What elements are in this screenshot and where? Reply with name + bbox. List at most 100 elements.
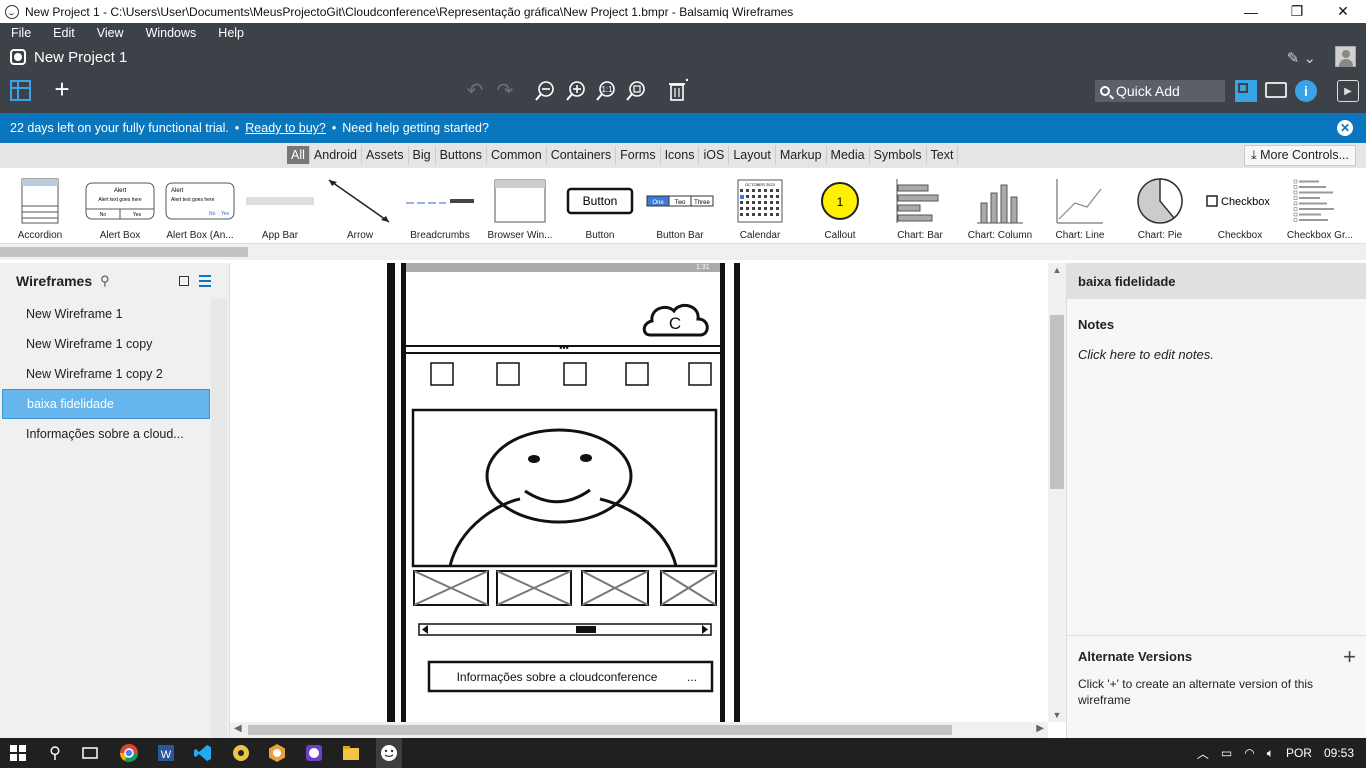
- redo-icon[interactable]: ↷: [492, 77, 518, 103]
- library-item-arrow[interactable]: Arrow: [320, 168, 400, 244]
- library-item-breadcrumbs[interactable]: Breadcrumbs: [400, 168, 480, 244]
- menu-windows[interactable]: Windows: [146, 26, 197, 40]
- file-explorer-icon[interactable]: [339, 741, 363, 765]
- sidebar-scrollbar[interactable]: [211, 299, 227, 738]
- wireframe-canvas[interactable]: 1:31 C ••• Informações sobre a cloudconf…: [230, 263, 1048, 722]
- menu-edit[interactable]: Edit: [53, 26, 75, 40]
- wifi-icon[interactable]: ◠: [1244, 746, 1254, 760]
- library-item-browser-window[interactable]: Browser Win...: [480, 168, 560, 244]
- notes-edit-field[interactable]: Click here to edit notes.: [1078, 347, 1214, 362]
- chrome-icon[interactable]: [117, 741, 141, 765]
- edit-pencil-icon[interactable]: ✎ ⌄: [1287, 49, 1316, 67]
- menu-help[interactable]: Help: [218, 26, 244, 40]
- search-taskbar-icon[interactable]: ⚲: [43, 741, 67, 765]
- menu-view[interactable]: View: [97, 26, 124, 40]
- sidebar-item-wireframe[interactable]: New Wireframe 1: [0, 299, 210, 329]
- restore-button[interactable]: ❐: [1274, 0, 1320, 23]
- library-item-chart-bar[interactable]: Chart: Bar: [880, 168, 960, 244]
- library-item-chart-pie[interactable]: Chart: Pie: [1120, 168, 1200, 244]
- category-tab-layout[interactable]: Layout: [729, 146, 776, 164]
- category-tab-assets[interactable]: Assets: [362, 146, 409, 164]
- menu-file[interactable]: File: [11, 26, 31, 40]
- language-indicator[interactable]: POR: [1286, 746, 1312, 760]
- app-icon-yellow[interactable]: [229, 741, 253, 765]
- windows-start-icon[interactable]: [9, 744, 27, 762]
- category-tab-buttons[interactable]: Buttons: [436, 146, 487, 164]
- category-tab-big[interactable]: Big: [409, 146, 436, 164]
- info-icon[interactable]: i: [1295, 80, 1317, 102]
- zoom-fit-icon[interactable]: [623, 78, 649, 104]
- library-item-calendar[interactable]: OCTOBER 2023 Calendar: [720, 168, 800, 244]
- vscode-icon[interactable]: [191, 741, 215, 765]
- library-item-alert-box[interactable]: Alert Alert text goes here No Yes Alert Box: [80, 168, 160, 244]
- list-view-icon[interactable]: [199, 275, 211, 287]
- github-desktop-icon[interactable]: [302, 741, 326, 765]
- clock[interactable]: 09:53: [1324, 746, 1354, 760]
- balsamiq-taskbar-icon[interactable]: [376, 738, 402, 768]
- library-item-alert-box-android[interactable]: Alert Alert text goes here No Yes Alert Box …: [160, 168, 240, 244]
- more-controls-button[interactable]: ⤓ More Controls...: [1244, 145, 1356, 166]
- library-item-accordion[interactable]: Accordion: [0, 168, 80, 244]
- canvas-hscroll-thumb[interactable]: [248, 725, 952, 735]
- category-tab-ios[interactable]: iOS: [699, 146, 730, 164]
- library-item-checkbox[interactable]: Checkbox Checkbox: [1200, 168, 1280, 244]
- tree-view-icon[interactable]: ⚲: [100, 273, 110, 289]
- volume-icon[interactable]: 🔈︎: [1267, 746, 1274, 761]
- quick-add-input[interactable]: Quick Add: [1095, 80, 1225, 102]
- layout-icon[interactable]: [1235, 80, 1257, 102]
- category-tab-text[interactable]: Text: [927, 146, 959, 164]
- comment-icon[interactable]: [1265, 82, 1287, 98]
- user-avatar[interactable]: [1335, 46, 1356, 67]
- toggle-panels-icon[interactable]: [10, 80, 31, 101]
- sidebar-item-wireframe[interactable]: New Wireframe 1 copy: [0, 329, 210, 359]
- library-item-chart-column[interactable]: Chart: Column: [960, 168, 1040, 244]
- scroll-right-arrow[interactable]: ▶: [1036, 723, 1044, 734]
- sidebar-item-wireframe[interactable]: Informações sobre a cloud...: [0, 419, 210, 449]
- undo-icon[interactable]: ↶: [462, 77, 488, 103]
- ready-to-buy-link[interactable]: Ready to buy?: [245, 121, 326, 135]
- word-icon[interactable]: W: [154, 741, 178, 765]
- category-tab-media[interactable]: Media: [827, 146, 870, 164]
- category-tab-markup[interactable]: Markup: [776, 146, 827, 164]
- category-tab-forms[interactable]: Forms: [616, 146, 661, 164]
- sidebar-item-wireframe[interactable]: New Wireframe 1 copy 2: [0, 359, 210, 389]
- task-view-icon[interactable]: [78, 741, 102, 765]
- category-tab-android[interactable]: Android: [310, 146, 362, 164]
- trash-icon[interactable]: [664, 77, 690, 103]
- zoom-actual-icon[interactable]: 1:1: [593, 78, 619, 104]
- library-item-app-bar[interactable]: App Bar: [240, 168, 320, 244]
- help-getting-started-link[interactable]: Need help getting started?: [342, 121, 489, 135]
- library-item-checkbox-group[interactable]: Checkbox Gr...: [1280, 168, 1360, 244]
- close-window-button[interactable]: ✕: [1320, 0, 1366, 23]
- library-item-button[interactable]: Button Button: [560, 168, 640, 244]
- scroll-up-arrow[interactable]: ▲: [1048, 265, 1066, 275]
- project-title[interactable]: New Project 1: [34, 49, 127, 66]
- app-icon-hex[interactable]: [265, 741, 289, 765]
- category-tab-all[interactable]: All: [287, 146, 310, 164]
- zoom-out-icon[interactable]: [532, 78, 558, 104]
- library-scroll-thumb[interactable]: [0, 247, 248, 257]
- minimize-button[interactable]: —: [1228, 0, 1274, 23]
- category-tab-icons[interactable]: Icons: [661, 146, 700, 164]
- zoom-in-icon[interactable]: [563, 78, 589, 104]
- category-tab-containers[interactable]: Containers: [547, 146, 617, 164]
- grid-view-icon[interactable]: [179, 276, 189, 286]
- category-tab-symbols[interactable]: Symbols: [870, 146, 927, 164]
- library-item-button-bar[interactable]: One Two Three Button Bar: [640, 168, 720, 244]
- battery-icon[interactable]: ▭: [1221, 746, 1232, 760]
- canvas-vertical-scrollbar[interactable]: ▲ ▼: [1048, 263, 1066, 722]
- presentation-play-icon[interactable]: ▶: [1337, 80, 1359, 102]
- library-item-chart-line[interactable]: Chart: Line: [1040, 168, 1120, 244]
- canvas-horizontal-scrollbar[interactable]: ◀ ▶: [230, 722, 1048, 738]
- tray-chevron-icon[interactable]: ︿: [1197, 745, 1209, 762]
- scroll-down-arrow[interactable]: ▼: [1048, 710, 1066, 720]
- scroll-left-arrow[interactable]: ◀: [234, 723, 242, 734]
- add-alternate-version-button[interactable]: +: [1343, 644, 1356, 670]
- close-banner-icon[interactable]: ✕: [1337, 120, 1353, 136]
- sidebar-item-wireframe[interactable]: baixa fidelidade: [2, 389, 210, 419]
- library-scrollbar[interactable]: [0, 244, 1366, 260]
- add-wireframe-icon[interactable]: +: [50, 76, 74, 102]
- canvas-vscroll-thumb[interactable]: [1050, 315, 1064, 489]
- category-tab-common[interactable]: Common: [487, 146, 547, 164]
- library-item-callout[interactable]: 1 Callout: [800, 168, 880, 244]
